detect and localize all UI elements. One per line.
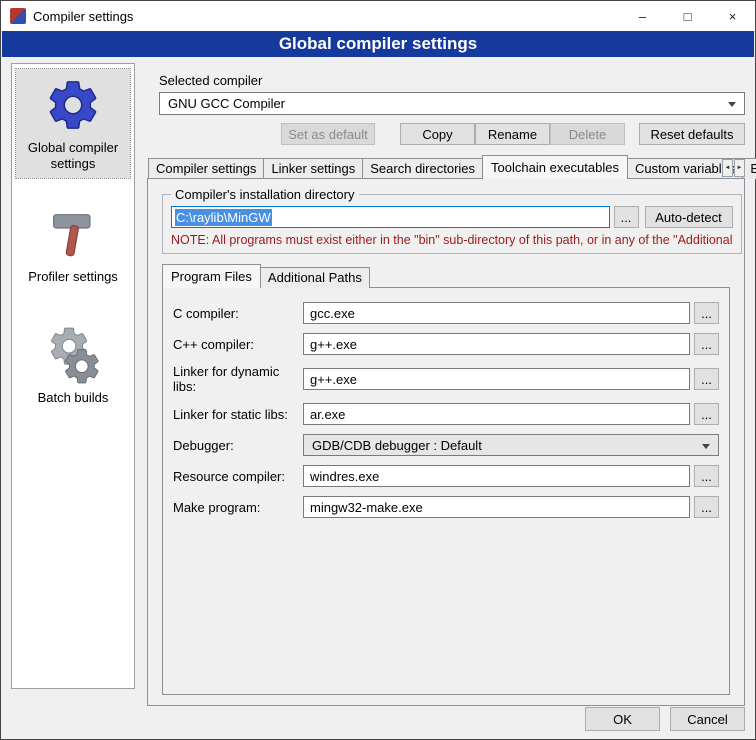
- window-title: Compiler settings: [33, 9, 133, 24]
- c-compiler-browse-button[interactable]: ...: [694, 302, 719, 324]
- auto-detect-button[interactable]: Auto-detect: [645, 206, 733, 228]
- profiler-hammer-icon: [44, 205, 102, 263]
- make-program-input[interactable]: [303, 496, 690, 518]
- browse-directory-button[interactable]: ...: [614, 206, 639, 228]
- app-icon: [10, 8, 26, 24]
- static-linker-browse-button[interactable]: ...: [694, 403, 719, 425]
- static-linker-label: Linker for static libs:: [173, 407, 303, 422]
- resource-compiler-input[interactable]: [303, 465, 690, 487]
- sidebar-item-label: Batch builds: [38, 390, 109, 406]
- settings-category-sidebar: Global compiler settings Profiler settin…: [11, 63, 135, 689]
- dynamic-linker-browse-button[interactable]: ...: [694, 368, 719, 390]
- cpp-compiler-input[interactable]: [303, 333, 690, 355]
- resource-compiler-label: Resource compiler:: [173, 469, 303, 484]
- minimize-button[interactable]: –: [620, 1, 665, 31]
- selected-compiler-dropdown[interactable]: GNU GCC Compiler: [159, 92, 745, 115]
- make-program-label: Make program:: [173, 500, 303, 515]
- dynamic-linker-label: Linker for dynamic libs:: [173, 364, 303, 394]
- settings-tab-strip: Compiler settings Linker settings Search…: [148, 157, 745, 179]
- gray-gears-icon: [44, 326, 102, 384]
- close-button[interactable]: ×: [710, 1, 755, 31]
- title-bar: Compiler settings – □ ×: [1, 1, 755, 31]
- installation-directory-row: C:\raylib\MinGW ... Auto-detect: [171, 206, 733, 228]
- make-program-row: Make program: ...: [173, 496, 719, 518]
- bin-subdirectory-note: NOTE: All programs must exist either in …: [171, 233, 733, 247]
- reset-defaults-button[interactable]: Reset defaults: [639, 123, 745, 145]
- chevron-down-icon: [728, 102, 736, 107]
- dialog-footer: OK Cancel: [585, 707, 745, 731]
- blue-gear-icon: [44, 76, 102, 134]
- cancel-button[interactable]: Cancel: [670, 707, 745, 731]
- copy-button[interactable]: Copy: [400, 123, 475, 145]
- c-compiler-row: C compiler: ...: [173, 302, 719, 324]
- chevron-down-icon: [702, 444, 710, 449]
- subtab-program-files[interactable]: Program Files: [162, 264, 261, 288]
- sidebar-item-profiler-settings[interactable]: Profiler settings: [16, 198, 130, 291]
- resource-compiler-row: Resource compiler: ...: [173, 465, 719, 487]
- page-title: Global compiler settings: [2, 31, 754, 57]
- installation-directory-group: Compiler's installation directory C:\ray…: [162, 187, 742, 254]
- debugger-selected-value: GDB/CDB debugger : Default: [312, 438, 482, 453]
- static-linker-row: Linker for static libs: ...: [173, 403, 719, 425]
- static-linker-input[interactable]: [303, 403, 690, 425]
- tab-toolchain-executables[interactable]: Toolchain executables: [482, 155, 628, 179]
- c-compiler-input[interactable]: [303, 302, 690, 324]
- maximize-button[interactable]: □: [665, 1, 710, 31]
- debugger-dropdown[interactable]: GDB/CDB debugger : Default: [303, 434, 719, 456]
- sidebar-item-label: Global compiler settings: [18, 140, 128, 172]
- toolchain-executables-panel: Compiler's installation directory C:\ray…: [147, 178, 745, 706]
- installation-directory-group-title: Compiler's installation directory: [171, 187, 359, 202]
- tab-linker-settings[interactable]: Linker settings: [263, 158, 363, 179]
- subtab-additional-paths[interactable]: Additional Paths: [260, 267, 370, 288]
- selected-compiler-value: GNU GCC Compiler: [168, 96, 285, 111]
- resource-compiler-browse-button[interactable]: ...: [694, 465, 719, 487]
- sidebar-item-global-compiler-settings[interactable]: Global compiler settings: [16, 69, 130, 178]
- installation-directory-selected-text: C:\raylib\MinGW: [175, 209, 272, 226]
- dynamic-linker-row: Linker for dynamic libs: ...: [173, 364, 719, 394]
- program-files-panel: C compiler: ... C++ compiler: ... Linker…: [162, 287, 730, 695]
- sidebar-item-label: Profiler settings: [28, 269, 118, 285]
- debugger-label: Debugger:: [173, 438, 303, 453]
- sidebar-item-batch-builds[interactable]: Batch builds: [16, 319, 130, 412]
- program-files-tab-strip: Program Files Additional Paths: [162, 266, 736, 288]
- debugger-row: Debugger: GDB/CDB debugger : Default: [173, 434, 719, 456]
- tab-scroll-left-icon[interactable]: ◄: [722, 159, 733, 177]
- delete-button[interactable]: Delete: [550, 123, 625, 145]
- set-as-default-button[interactable]: Set as default: [281, 123, 375, 145]
- cpp-compiler-row: C++ compiler: ...: [173, 333, 719, 355]
- c-compiler-label: C compiler:: [173, 306, 303, 321]
- main-panel: Selected compiler GNU GCC Compiler Set a…: [147, 63, 745, 706]
- tab-scroll-controls: ◄ ►: [722, 159, 745, 177]
- tab-compiler-settings[interactable]: Compiler settings: [148, 158, 264, 179]
- cpp-compiler-label: C++ compiler:: [173, 337, 303, 352]
- dynamic-linker-input[interactable]: [303, 368, 690, 390]
- rename-button[interactable]: Rename: [475, 123, 550, 145]
- cpp-compiler-browse-button[interactable]: ...: [694, 333, 719, 355]
- ok-button[interactable]: OK: [585, 707, 660, 731]
- tab-search-directories[interactable]: Search directories: [362, 158, 483, 179]
- selected-compiler-label: Selected compiler: [159, 73, 745, 88]
- tab-scroll-right-icon[interactable]: ►: [734, 159, 745, 177]
- installation-directory-input[interactable]: C:\raylib\MinGW: [171, 206, 610, 228]
- compiler-buttons-row: Set as default Copy Rename Delete Reset …: [159, 123, 745, 145]
- compiler-settings-window: Compiler settings – □ × Global compiler …: [0, 0, 756, 740]
- make-program-browse-button[interactable]: ...: [694, 496, 719, 518]
